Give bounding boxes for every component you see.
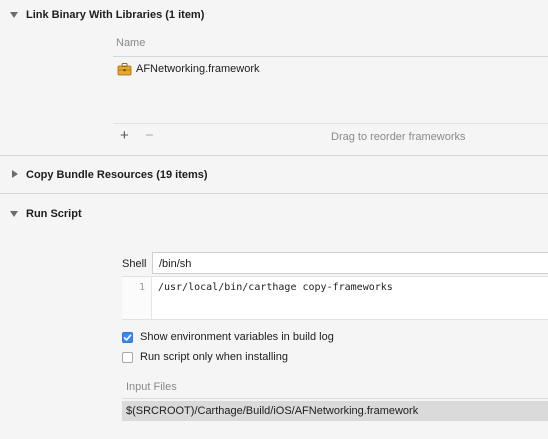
- shell-field[interactable]: /bin/sh: [152, 252, 548, 274]
- input-files-label: Input Files: [126, 381, 177, 393]
- column-header-name[interactable]: Name: [116, 37, 145, 49]
- line-number-gutter: 1: [122, 277, 152, 319]
- copy-bundle-section-title[interactable]: Copy Bundle Resources (19 items): [26, 169, 208, 181]
- list-item[interactable]: AFNetworking.framework: [113, 60, 548, 79]
- input-file-path: $(SRCROOT)/Carthage/Build/iOS/AFNetworki…: [126, 405, 419, 417]
- table-row[interactable]: $(SRCROOT)/Carthage/Build/iOS/AFNetworki…: [122, 401, 548, 421]
- install-only-label[interactable]: Run script only when installing: [140, 351, 288, 363]
- disclosure-triangle-expanded-icon[interactable]: [10, 211, 18, 217]
- link-binary-section-title[interactable]: Link Binary With Libraries (1 item): [26, 9, 204, 21]
- checkmark-icon: [123, 334, 132, 341]
- script-text[interactable]: /usr/local/bin/carthage copy-frameworks: [158, 282, 393, 293]
- install-only-checkbox[interactable]: [122, 352, 133, 363]
- disclosure-triangle-expanded-icon[interactable]: [10, 12, 18, 18]
- toolbox-icon: [117, 62, 132, 76]
- env-vars-checkbox[interactable]: [122, 332, 133, 343]
- shell-value: /bin/sh: [159, 258, 192, 270]
- shell-label: Shell: [122, 258, 147, 270]
- remove-button[interactable]: −: [145, 127, 154, 144]
- line-number: 1: [138, 282, 145, 293]
- env-vars-label[interactable]: Show environment variables in build log: [140, 331, 334, 343]
- add-button[interactable]: +: [120, 127, 129, 144]
- drag-hint: Drag to reorder frameworks: [331, 131, 466, 143]
- framework-name: AFNetworking.framework: [136, 63, 260, 75]
- disclosure-triangle-collapsed-icon[interactable]: [12, 170, 18, 178]
- run-script-section-title[interactable]: Run Script: [26, 208, 82, 220]
- script-editor[interactable]: 1 /usr/local/bin/carthage copy-framework…: [122, 276, 548, 320]
